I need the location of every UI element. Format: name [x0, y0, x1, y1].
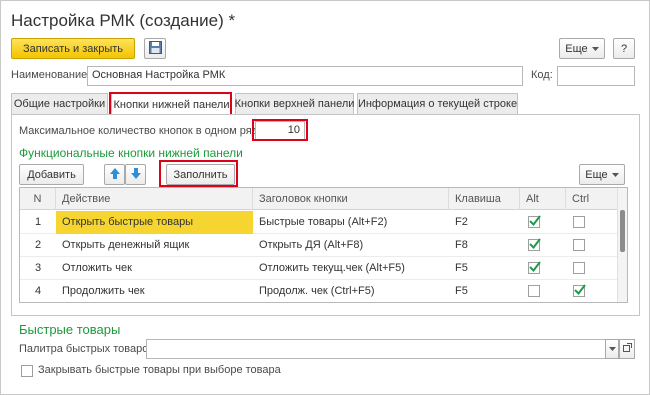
- alt-checkbox[interactable]: [528, 285, 540, 297]
- code-field[interactable]: [557, 66, 635, 86]
- buttons-table: N Действие Заголовок кнопки Клавиша Alt …: [19, 187, 628, 303]
- cell-n: 4: [34, 285, 42, 297]
- alt-checkbox[interactable]: [528, 261, 541, 274]
- alt-checkbox[interactable]: [528, 238, 541, 251]
- move-down-button[interactable]: [125, 164, 146, 185]
- palette-dropdown-button[interactable]: [605, 339, 619, 359]
- scrollbar-thumb[interactable]: [620, 210, 625, 252]
- floppy-disk-icon: [148, 40, 162, 57]
- cell-key[interactable]: F5: [449, 280, 520, 302]
- cell-action[interactable]: Открыть быстрые товары: [56, 211, 253, 234]
- name-field[interactable]: Основная Настройка РМК: [87, 66, 523, 86]
- table-more-button[interactable]: Еще: [579, 164, 625, 185]
- dropdown-arrow-icon: [608, 343, 616, 355]
- save-and-close-button[interactable]: Записать и закрыть: [11, 38, 135, 59]
- header-ctrl[interactable]: Ctrl: [566, 188, 618, 210]
- cell-caption[interactable]: Быстрые товары (Alt+F2): [253, 211, 449, 234]
- table-scrollbar[interactable]: [617, 188, 627, 302]
- help-button[interactable]: ?: [613, 38, 635, 59]
- table-row[interactable]: 1 Открыть быстрые товары Быстрые товары …: [20, 211, 618, 234]
- table-row[interactable]: 2 Открыть денежный ящик Открыть ДЯ (Alt+…: [20, 234, 618, 257]
- open-link-icon: [622, 343, 632, 355]
- max-buttons-field[interactable]: 10: [255, 121, 305, 141]
- cell-caption[interactable]: Продолж. чек (Ctrl+F5): [253, 280, 449, 302]
- add-button[interactable]: Добавить: [19, 164, 84, 185]
- section-title-quick-goods: Быстрые товары: [19, 322, 121, 337]
- save-button[interactable]: [144, 38, 166, 59]
- tab-general-settings[interactable]: Общие настройки: [11, 93, 108, 114]
- close-on-select-label: Закрывать быстрые товары при выборе това…: [38, 364, 281, 376]
- header-action[interactable]: Действие: [56, 188, 253, 210]
- palette-field[interactable]: [146, 339, 606, 359]
- fill-button[interactable]: Заполнить: [166, 164, 235, 185]
- cell-key[interactable]: F8: [449, 234, 520, 257]
- tab-bottom-panel-buttons[interactable]: Кнопки нижней панели: [111, 93, 232, 115]
- table-header: N Действие Заголовок кнопки Клавиша Alt …: [20, 188, 618, 210]
- cell-action[interactable]: Отложить чек: [56, 257, 253, 280]
- header-n[interactable]: N: [20, 188, 56, 210]
- cell-caption[interactable]: Открыть ДЯ (Alt+F8): [253, 234, 449, 257]
- arrow-up-icon: [109, 167, 120, 182]
- palette-open-button[interactable]: [619, 339, 635, 359]
- cell-caption[interactable]: Отложить текущ.чек (Alt+F5): [253, 257, 449, 280]
- ctrl-checkbox[interactable]: [573, 216, 585, 228]
- window-title: Настройка РМК (создание) *: [11, 11, 236, 30]
- cell-n: 2: [34, 239, 42, 251]
- cell-action[interactable]: Продолжить чек: [56, 280, 253, 302]
- ctrl-checkbox[interactable]: [573, 284, 586, 297]
- tab-top-panel-buttons[interactable]: Кнопки верхней панели: [235, 93, 354, 114]
- tab-current-line-info[interactable]: Информация о текущей строке: [357, 93, 518, 114]
- name-label: Наименование:: [11, 69, 91, 81]
- table-row[interactable]: 4 Продолжить чек Продолж. чек (Ctrl+F5) …: [20, 280, 618, 302]
- close-on-select-checkbox[interactable]: [21, 365, 33, 377]
- table-more-label: Еще: [585, 168, 608, 181]
- window: Настройка РМК (создание) * Записать и за…: [0, 0, 650, 395]
- cell-n: 3: [34, 262, 42, 274]
- alt-checkbox[interactable]: [528, 215, 541, 228]
- ctrl-checkbox[interactable]: [573, 239, 585, 251]
- header-alt[interactable]: Alt: [520, 188, 566, 210]
- header-key[interactable]: Клавиша: [449, 188, 520, 210]
- cell-key[interactable]: F2: [449, 211, 520, 234]
- cell-n: 1: [34, 216, 42, 228]
- header-caption[interactable]: Заголовок кнопки: [253, 188, 449, 210]
- ctrl-checkbox[interactable]: [573, 262, 585, 274]
- more-button[interactable]: Еще: [559, 38, 605, 59]
- move-up-button[interactable]: [104, 164, 125, 185]
- max-buttons-label: Максимальное количество кнопок в одном р…: [19, 125, 267, 137]
- cell-key[interactable]: F5: [449, 257, 520, 280]
- section-title-function-buttons: Функциональные кнопки нижней панели: [19, 146, 243, 160]
- arrow-down-icon: [130, 167, 141, 182]
- dropdown-arrow-icon: [591, 43, 599, 55]
- more-label: Еще: [565, 42, 588, 55]
- palette-label: Палитра быстрых товаров:: [19, 343, 158, 355]
- code-label: Код:: [531, 69, 553, 81]
- table-row[interactable]: 3 Отложить чек Отложить текущ.чек (Alt+F…: [20, 257, 618, 280]
- dropdown-arrow-icon: [611, 169, 619, 181]
- cell-action[interactable]: Открыть денежный ящик: [56, 234, 253, 257]
